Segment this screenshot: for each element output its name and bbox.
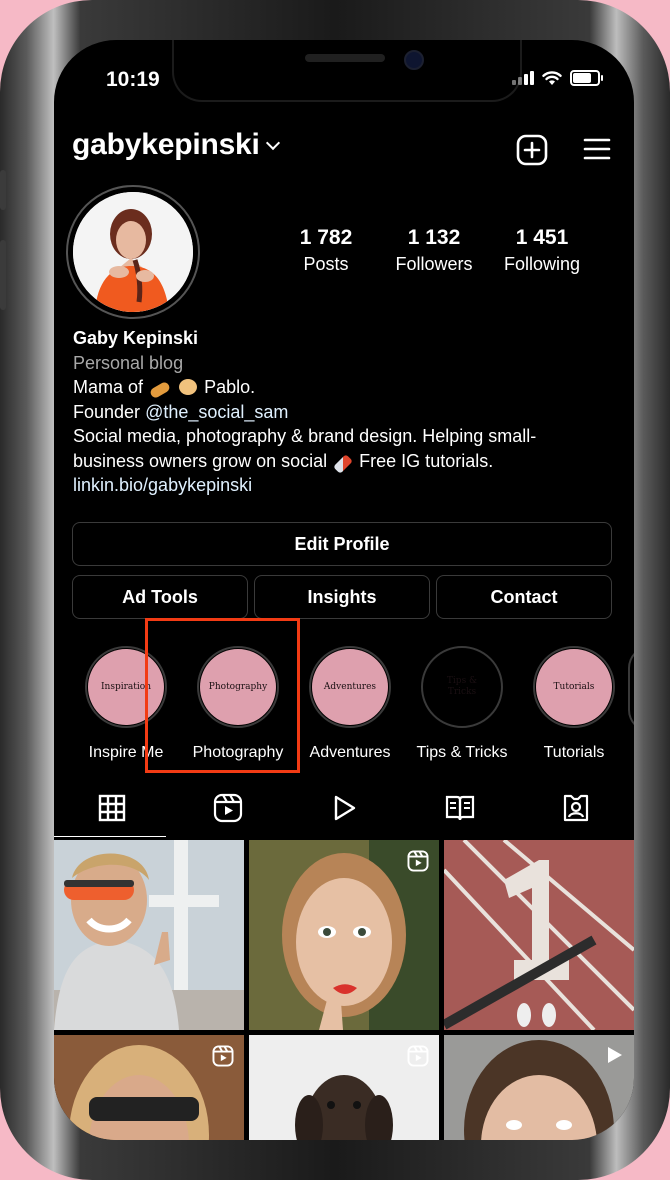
highlight-cover: Tutorials	[536, 649, 612, 725]
highlight-tips-tricks[interactable]: Tips & Tricks Tips & Tricks	[406, 646, 518, 762]
header-actions	[516, 134, 612, 166]
new-post-icon[interactable]	[516, 134, 548, 166]
bio-text: Social media, photography & brand design…	[73, 426, 537, 446]
status-time: 10:19	[106, 68, 160, 91]
bio-text: Pablo.	[204, 377, 256, 397]
profile-category: Personal blog	[73, 352, 184, 373]
profile-bio: Gaby Kepinski Personal blog Mama of Pabl…	[73, 326, 613, 498]
post-thumbnail[interactable]	[54, 1035, 244, 1140]
stat-followers[interactable]: 1 132 Followers	[380, 226, 488, 275]
stat-value: 1 451	[515, 226, 569, 249]
highlight-ring: Tutorials	[533, 646, 615, 728]
highlight-label: Adventures	[309, 744, 391, 761]
wifi-icon	[542, 70, 562, 85]
guides-icon	[445, 795, 475, 821]
front-camera	[404, 50, 424, 70]
menu-icon[interactable]	[582, 134, 612, 164]
hotdog-emoji-icon	[148, 380, 172, 400]
signal-icon	[512, 71, 534, 85]
post-thumbnail[interactable]	[444, 1035, 634, 1140]
highlight-ring: Adventures	[309, 646, 391, 728]
edit-profile-button[interactable]: Edit Profile	[72, 522, 612, 566]
highlight-cover: Adventures	[312, 649, 388, 725]
stat-label: Following	[503, 254, 581, 274]
post-thumbnail[interactable]	[444, 840, 634, 1030]
bio-line: Mama of Pablo.	[73, 375, 613, 400]
highlight-cover: Tips & Tricks	[446, 676, 478, 697]
side-button	[0, 170, 6, 210]
side-button	[0, 240, 6, 310]
post-thumbnail[interactable]	[249, 1035, 439, 1140]
bio-text: Mama of	[73, 377, 144, 397]
stat-following[interactable]: 1 451 Following	[488, 226, 596, 275]
reel-badge-icon	[212, 1045, 234, 1067]
stat-label: Posts	[303, 254, 349, 274]
post-thumbnail[interactable]	[249, 840, 439, 1030]
play-icon	[334, 795, 356, 821]
bio-line: business owners grow on social Free IG t…	[73, 449, 613, 474]
posts-grid	[54, 840, 634, 1140]
chevron-down-icon	[265, 135, 280, 151]
highlight-label: Tips & Tricks	[416, 744, 508, 761]
selection-highlight-box	[145, 618, 300, 773]
notch	[172, 40, 522, 102]
rocket-emoji-icon	[333, 453, 354, 474]
ad-tools-button[interactable]: Ad Tools	[72, 575, 248, 619]
highlight-tutorials[interactable]: Tutorials Tutorials	[518, 646, 630, 762]
profile-avatar[interactable]	[66, 185, 200, 319]
highlight-ring: Tips & Tricks	[421, 646, 503, 728]
stat-posts[interactable]: 1 782 Posts	[272, 226, 380, 275]
tab-videos[interactable]	[286, 790, 402, 826]
tab-grid[interactable]	[54, 790, 170, 826]
status-icons	[512, 70, 603, 86]
video-badge-icon	[608, 1047, 622, 1063]
grid-icon	[98, 794, 126, 822]
mention-link[interactable]: @the_social_sam	[145, 402, 288, 422]
tab-guides[interactable]	[402, 790, 518, 826]
reel-badge-icon	[407, 850, 429, 872]
display-name: Gaby Kepinski	[73, 328, 199, 348]
post-thumbnail[interactable]	[54, 840, 244, 1030]
screen: 10:19 gabykepinski 1 782 Posts 1 132 Fol…	[54, 40, 634, 1140]
stat-label: Followers	[395, 254, 473, 274]
reel-badge-icon	[407, 1045, 429, 1067]
contact-button[interactable]: Contact	[436, 575, 612, 619]
avatar	[73, 192, 193, 312]
bio-text: Free IG tutorials.	[359, 450, 494, 471]
account-switcher[interactable]: gabykepinski	[72, 128, 280, 162]
username: gabykepinski	[72, 128, 260, 161]
bio-link[interactable]: linkin.bio/gabykepinski	[73, 473, 613, 498]
tab-reels[interactable]	[170, 790, 286, 826]
tagged-icon	[563, 794, 589, 822]
highlight-adventures[interactable]: Adventures Adventures	[294, 646, 406, 762]
stat-value: 1 782	[299, 226, 353, 249]
bio-text: Founder	[73, 401, 141, 422]
bio-line: Founder @the_social_sam	[73, 400, 613, 425]
bio-text: business owners grow on social	[73, 450, 328, 471]
highlight-label: Tutorials	[543, 744, 605, 761]
profile-tabs	[54, 790, 634, 826]
profile-stats: 1 782 Posts 1 132 Followers 1 451 Follow…	[272, 226, 596, 275]
active-tab-indicator	[54, 836, 166, 837]
battery-icon	[570, 70, 603, 86]
speaker	[305, 54, 385, 62]
tab-tagged[interactable]	[518, 790, 634, 826]
insights-button[interactable]: Insights	[254, 575, 430, 619]
dog-emoji-icon	[179, 379, 198, 395]
reels-icon	[213, 793, 243, 823]
stat-value: 1 132	[407, 226, 461, 249]
